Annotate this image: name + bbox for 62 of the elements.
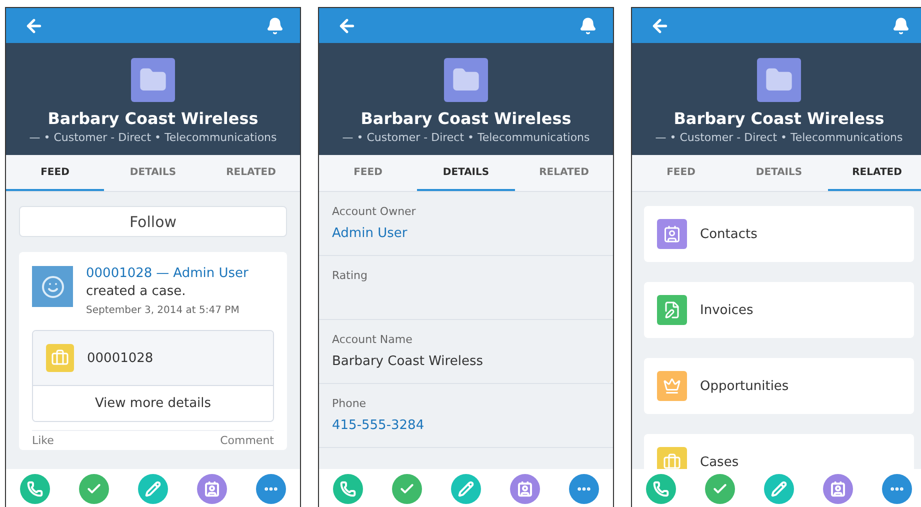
tab[interactable]: FEED: [319, 155, 417, 191]
field-label: Phone: [332, 397, 368, 410]
separator: —: [156, 266, 170, 281]
field-label: Rating: [332, 269, 368, 282]
related-list-item[interactable]: Contacts: [644, 206, 914, 262]
related-list-label: Opportunities: [700, 378, 789, 394]
more-icon[interactable]: [256, 474, 286, 504]
bell-icon[interactable]: [579, 16, 597, 34]
record-title: Barbary Coast Wireless: [674, 109, 884, 128]
contact-card-icon[interactable]: [822, 474, 853, 504]
tab[interactable]: DETAILS: [730, 155, 828, 191]
phone-icon[interactable]: [20, 474, 50, 504]
check-icon[interactable]: [392, 474, 422, 504]
tab[interactable]: RELATED: [202, 155, 300, 191]
tab[interactable]: DETAILS: [104, 155, 202, 191]
field-value: Barbary Coast Wireless: [332, 354, 484, 369]
record-title: Barbary Coast Wireless: [360, 109, 572, 128]
folder-icon: [757, 58, 801, 102]
related-list-label: Contacts: [700, 226, 758, 242]
author-link[interactable]: Admin User: [173, 266, 248, 281]
record-link[interactable]: 00001028: [86, 266, 152, 281]
bell-icon[interactable]: [892, 16, 910, 34]
smiley-icon: [40, 274, 64, 298]
related-list-item[interactable]: Invoices: [644, 282, 914, 338]
like-button[interactable]: Like: [32, 434, 54, 447]
folder-icon: [444, 58, 488, 102]
record-subtitle: — • Customer - Direct • Telecommunications: [655, 131, 903, 144]
field-label: Account Owner: [332, 205, 417, 218]
check-icon[interactable]: [79, 474, 110, 504]
post-action-text: created a case.: [86, 284, 187, 299]
phone-icon[interactable]: [333, 474, 364, 504]
related-list-label: Invoices: [700, 302, 754, 318]
pencil-icon[interactable]: [450, 474, 481, 504]
follow-button[interactable]: Follow: [19, 206, 287, 237]
check-icon[interactable]: [705, 474, 736, 504]
record-title: Barbary Coast Wireless: [48, 109, 258, 128]
contact-card-icon[interactable]: [510, 474, 540, 504]
contact-card-icon[interactable]: [196, 474, 227, 504]
field-link[interactable]: 415-555-3284: [332, 418, 600, 433]
phone-icon[interactable]: [646, 474, 676, 504]
tab[interactable]: DETAILS: [417, 155, 515, 191]
record-subtitle: — • Customer - Direct • Telecommunications: [342, 131, 590, 144]
record-subtitle: — • Customer - Direct • Telecommunications: [29, 131, 277, 144]
pencil-icon[interactable]: [764, 474, 794, 504]
bell-icon[interactable]: [266, 16, 284, 34]
field-link[interactable]: Admin User: [332, 226, 600, 241]
post-timestamp: September 3, 2014 at 5:47 PM: [86, 305, 240, 316]
more-icon[interactable]: [568, 474, 599, 504]
related-list-item[interactable]: Opportunities: [644, 358, 914, 414]
briefcase-icon: [46, 344, 74, 372]
related-list-item[interactable]: Cases: [644, 434, 914, 469]
field-label: Account Name: [332, 333, 414, 346]
more-icon[interactable]: [882, 474, 912, 504]
case-number: 00001028: [87, 350, 154, 366]
tab[interactable]: FEED: [6, 155, 104, 191]
tab[interactable]: RELATED: [515, 155, 613, 191]
pencil-icon[interactable]: [138, 474, 168, 504]
tab[interactable]: FEED: [632, 155, 730, 191]
folder-icon: [131, 58, 175, 102]
tab[interactable]: RELATED: [828, 155, 921, 191]
comment-button[interactable]: Comment: [220, 434, 274, 447]
related-list-label: Cases: [700, 454, 739, 469]
